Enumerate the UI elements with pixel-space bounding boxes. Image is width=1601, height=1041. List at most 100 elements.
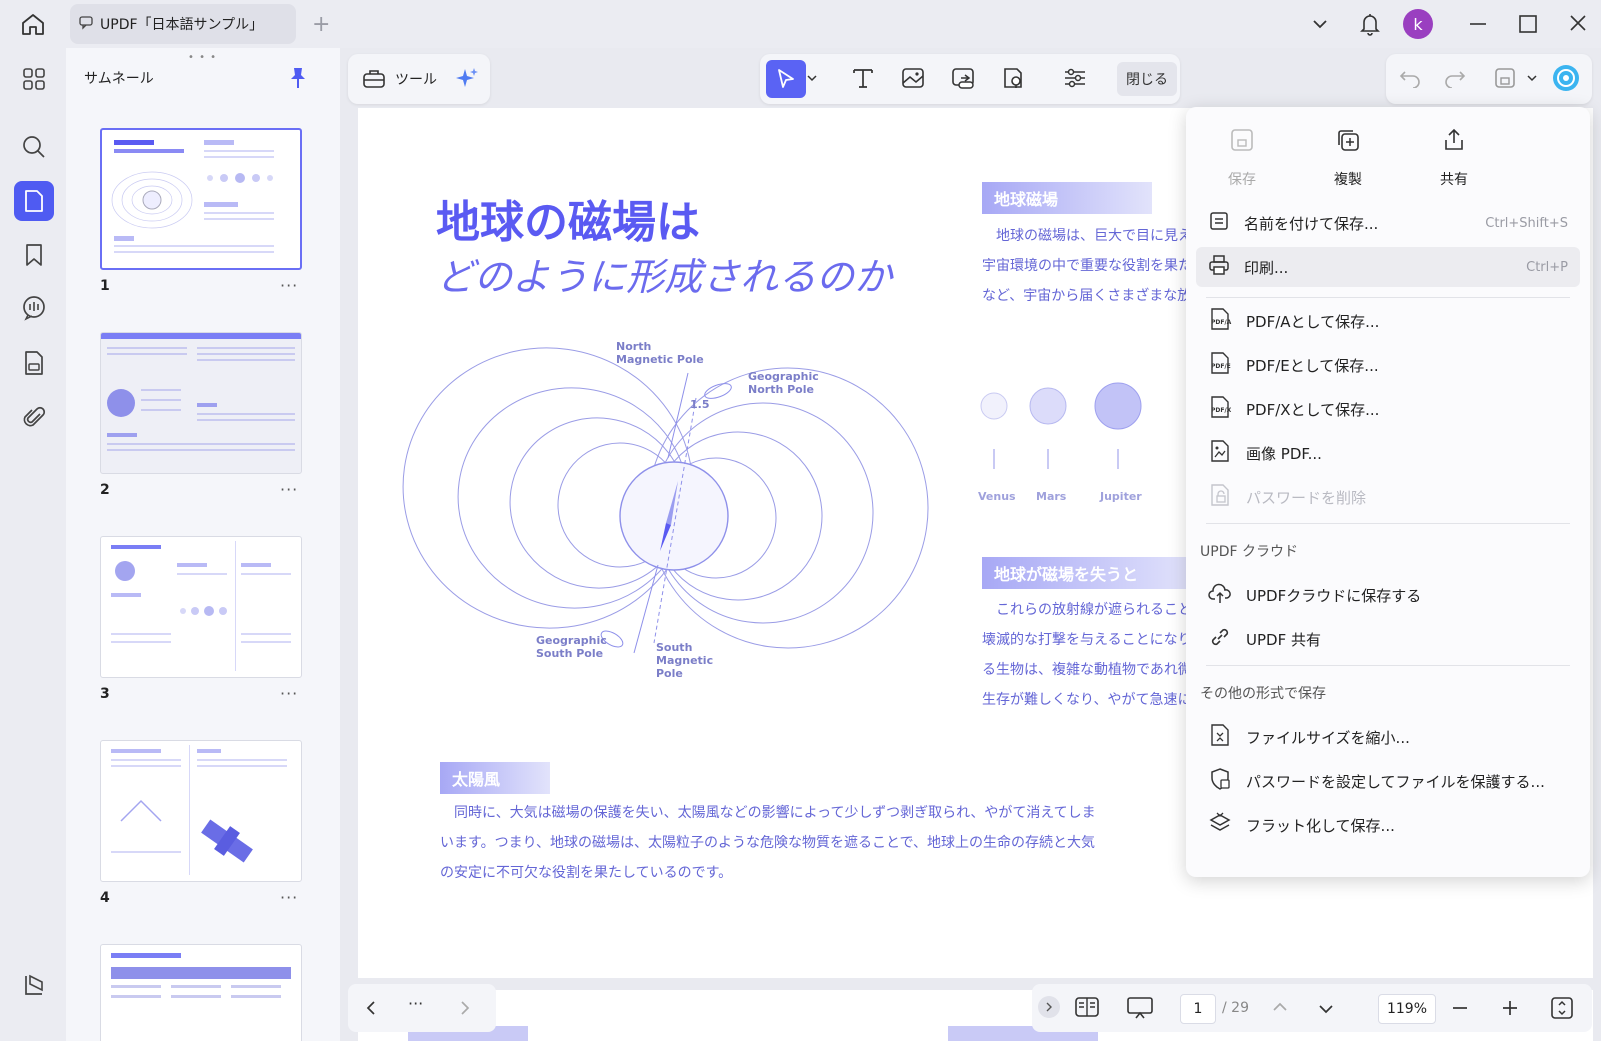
save-icon[interactable]	[1493, 66, 1517, 94]
more-button[interactable]: ···	[408, 994, 423, 1013]
menu-item-updf-share[interactable]: UPDF 共有	[1196, 619, 1580, 659]
printer-icon	[1208, 254, 1230, 280]
home-icon[interactable]	[20, 12, 46, 36]
zoom-level[interactable]: 119%	[1378, 994, 1436, 1024]
panel-grip[interactable]: • • •	[188, 52, 217, 63]
layers-icon[interactable]	[19, 970, 49, 1000]
chevron-down-icon[interactable]	[806, 72, 818, 88]
diagram-label-geo-north: Geographic North Pole	[748, 370, 819, 396]
save-icon	[1229, 127, 1255, 157]
chevron-right-icon[interactable]	[454, 998, 474, 1022]
thumbnail-number: 4	[100, 890, 110, 906]
page-number-input[interactable]: 1	[1180, 994, 1216, 1024]
collapse-chevron-icon[interactable]	[1038, 996, 1060, 1018]
thumbnail-page-4[interactable]	[100, 740, 302, 882]
svg-text:PDF/X: PDF/X	[1211, 407, 1232, 414]
document-tab[interactable]: UPDF「日本語サンプル」	[70, 4, 296, 44]
link-icon	[1208, 625, 1232, 653]
zoom-in-icon[interactable]	[1500, 998, 1520, 1022]
undo-icon[interactable]	[1399, 68, 1421, 92]
page-icon[interactable]	[14, 181, 54, 221]
compress-icon	[1208, 723, 1232, 751]
stamp-tool-icon[interactable]	[1001, 66, 1025, 94]
search-icon[interactable]	[19, 132, 49, 162]
menu-item-reduce-size[interactable]: ファイルサイズを縮小...	[1196, 717, 1580, 757]
thumbnail-more-button[interactable]: ···	[280, 684, 298, 703]
image-pdf-icon	[1208, 439, 1232, 467]
view-controls-pill	[1032, 984, 1592, 1032]
select-tool-button[interactable]	[766, 60, 806, 98]
link-tool-icon[interactable]	[951, 66, 977, 94]
thumbnail-more-button[interactable]: ···	[280, 480, 298, 499]
menu-item-save-as[interactable]: 名前を付けて保存... Ctrl+Shift+S	[1196, 203, 1580, 243]
section-label: 太陽風	[440, 762, 550, 794]
tools-label[interactable]: ツール	[395, 69, 437, 89]
menu-item-pdfx[interactable]: PDF/X PDF/Xとして保存...	[1196, 389, 1580, 429]
maximize-icon[interactable]	[1516, 10, 1540, 42]
zoom-out-icon[interactable]	[1450, 998, 1470, 1022]
two-page-view-icon[interactable]	[1074, 996, 1100, 1022]
menu-item-pdfa[interactable]: PDF/A PDF/Aとして保存...	[1196, 301, 1580, 341]
chevron-down-icon[interactable]	[1310, 10, 1330, 42]
svg-text:PDF/E: PDF/E	[1211, 363, 1231, 370]
planet-diagram	[980, 382, 1142, 469]
grid-icon[interactable]	[19, 64, 49, 94]
thumbnail-page-3[interactable]	[100, 536, 302, 678]
diagram-label-angle: 1.5	[690, 398, 710, 411]
diagram-label-north-magnetic: North Magnetic Pole	[616, 340, 704, 366]
thumbnail-number: 1	[100, 278, 110, 294]
chevron-up-icon[interactable]	[1270, 998, 1290, 1022]
thumbnail-more-button[interactable]: ···	[280, 888, 298, 907]
menu-item-remove-password[interactable]: パスワードを削除	[1196, 477, 1580, 517]
form-icon[interactable]	[19, 348, 49, 378]
menu-item-cloud-save[interactable]: UPDFクラウドに保存する	[1196, 575, 1580, 615]
thumbnail-number: 2	[100, 482, 110, 498]
chevron-left-icon[interactable]	[362, 998, 382, 1022]
ai-assistant-icon[interactable]	[1552, 64, 1580, 96]
image-tool-icon[interactable]	[901, 66, 925, 94]
close-edit-button[interactable]: 閉じる	[1117, 62, 1177, 96]
share-icon	[1441, 127, 1467, 157]
menu-share-button[interactable]: 共有	[1414, 127, 1494, 189]
attachment-icon[interactable]	[19, 402, 49, 432]
magnetic-field-diagram	[402, 347, 929, 654]
cursor-icon	[778, 69, 794, 88]
menu-item-pdfe[interactable]: PDF/E PDF/Eとして保存...	[1196, 345, 1580, 385]
bell-icon[interactable]	[1358, 10, 1382, 42]
duplicate-icon	[1335, 127, 1361, 157]
panel-title: サムネール	[84, 71, 154, 87]
diagram-label-south-magnetic: South Magnetic Pole	[656, 641, 714, 680]
comment-list-icon[interactable]	[19, 293, 49, 323]
diagram-label-geo-south: Geographic South Pole	[536, 634, 607, 660]
ai-sparkle-icon[interactable]	[454, 66, 480, 96]
save-menu: 保存 複製 共有 名前を付けて保存... Ctrl+Shift+S 印刷... …	[1186, 107, 1590, 877]
avatar[interactable]: k	[1403, 9, 1433, 39]
settings-sliders-icon[interactable]	[1063, 66, 1087, 94]
thumbnail-page-1[interactable]	[100, 128, 302, 270]
thumbnail-more-button[interactable]: ···	[280, 276, 298, 295]
tab-title: UPDF「日本語サンプル」	[100, 17, 264, 33]
presentation-icon[interactable]	[1126, 996, 1154, 1024]
menu-item-print[interactable]: 印刷... Ctrl+P	[1196, 247, 1580, 287]
section-label: 地球磁場	[982, 182, 1152, 214]
toolbox-icon[interactable]	[362, 66, 386, 94]
new-tab-button[interactable]: +	[312, 12, 330, 37]
chevron-down-icon[interactable]	[1316, 998, 1336, 1022]
menu-item-protect-password[interactable]: パスワードを設定してファイルを保護する...	[1196, 761, 1580, 801]
menu-item-flatten[interactable]: フラット化して保存...	[1196, 805, 1580, 845]
redo-icon[interactable]	[1444, 68, 1466, 92]
page-total: / 29	[1222, 1000, 1249, 1016]
pin-icon[interactable]	[288, 66, 308, 94]
section-body: これらの放射線が遮られること 壊滅的な打撃を与えることになり る生物は、複雑な動…	[982, 602, 1192, 708]
menu-item-image-pdf[interactable]: 画像 PDF...	[1196, 433, 1580, 473]
bookmark-icon[interactable]	[19, 240, 49, 270]
close-window-icon[interactable]	[1566, 10, 1590, 42]
thumbnail-page-2[interactable]	[100, 332, 302, 474]
thumbnail-page-5[interactable]	[100, 944, 302, 1041]
menu-save-button[interactable]: 保存	[1202, 127, 1282, 189]
minimize-icon[interactable]	[1466, 10, 1490, 42]
menu-duplicate-button[interactable]: 複製	[1308, 127, 1388, 189]
text-tool-icon[interactable]	[851, 66, 875, 94]
fit-page-icon[interactable]	[1550, 996, 1574, 1024]
chevron-down-icon[interactable]	[1526, 72, 1538, 88]
